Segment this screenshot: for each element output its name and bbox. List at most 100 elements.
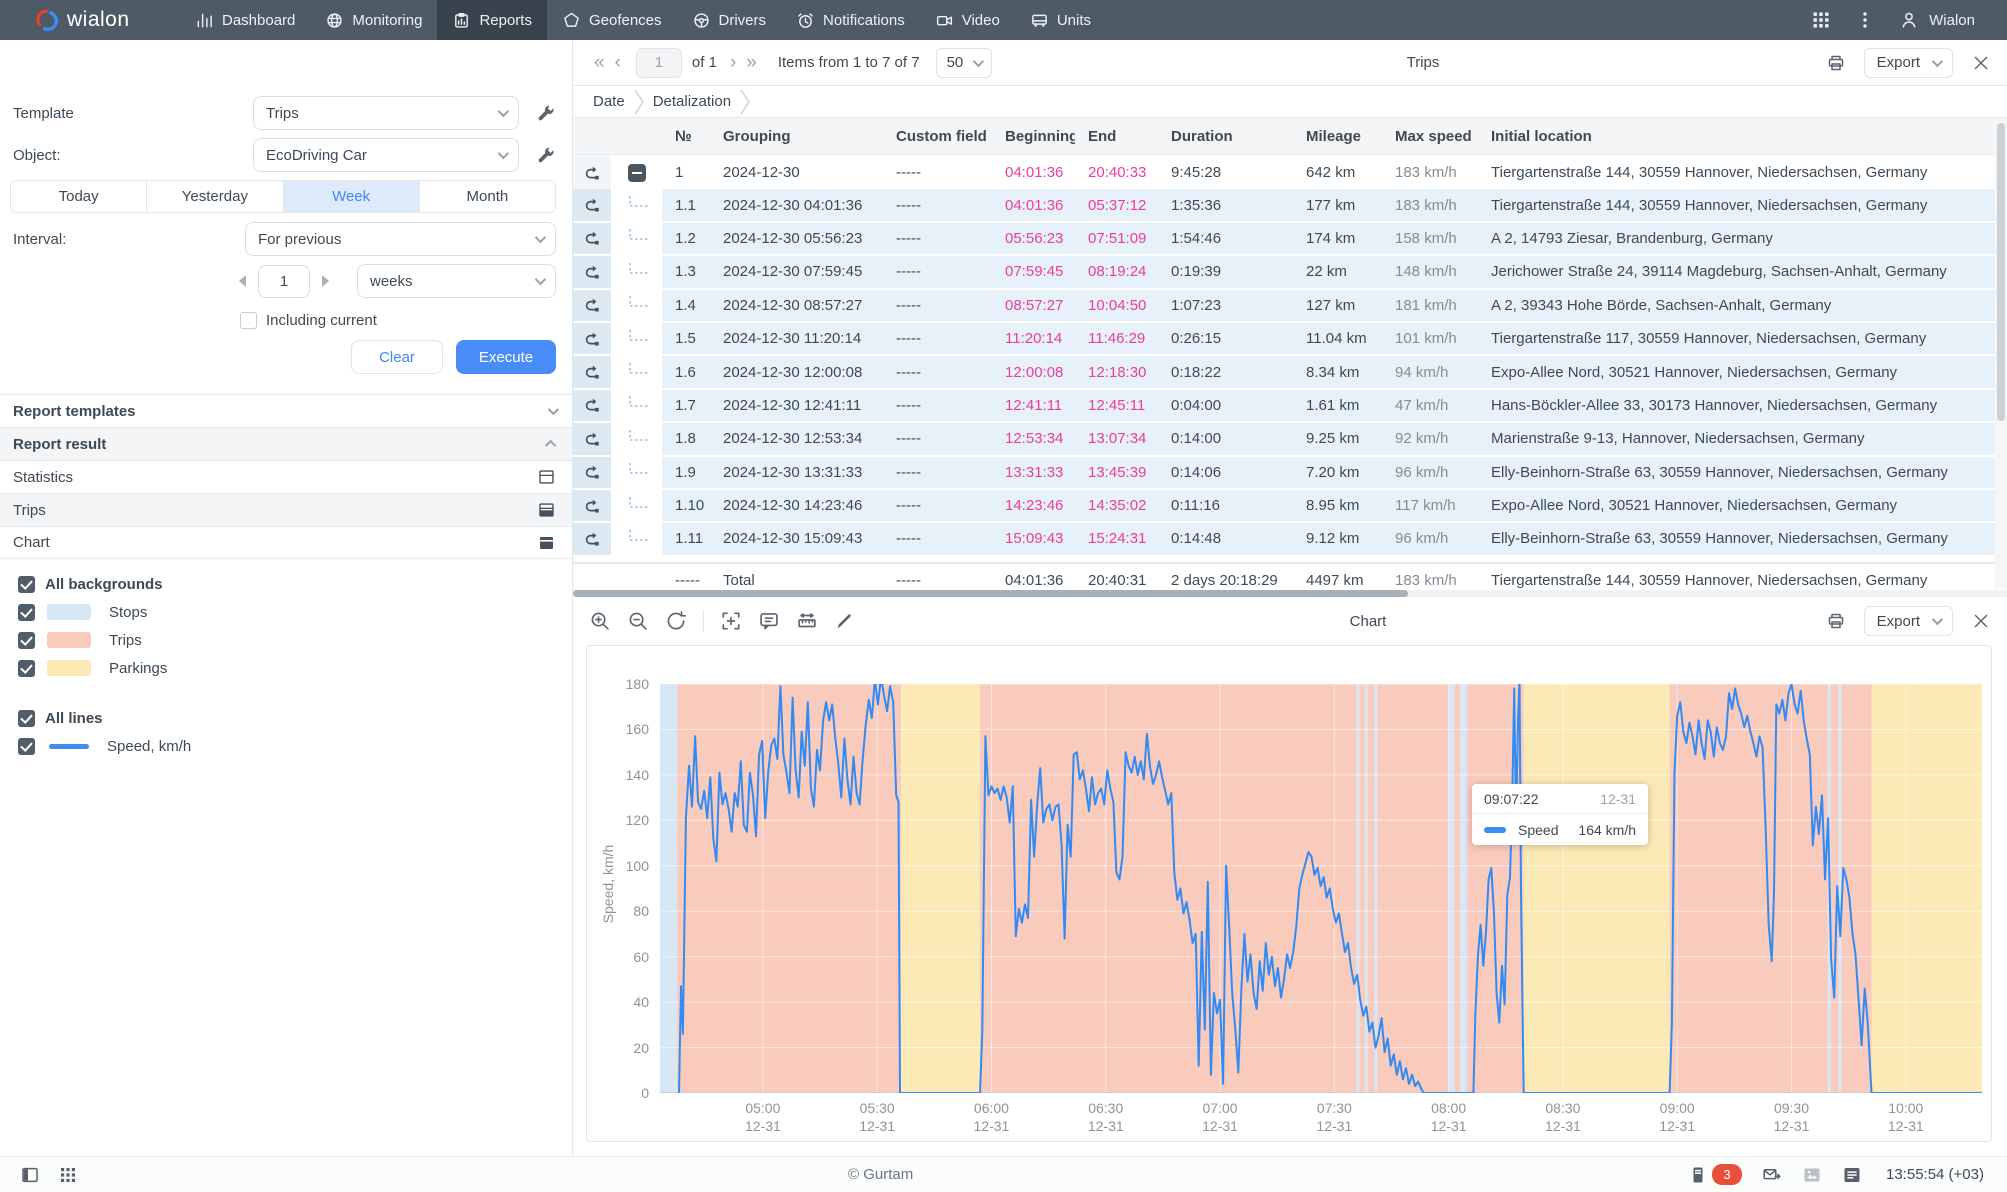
- column-header-initial-location[interactable]: Initial location: [1478, 128, 2007, 145]
- print-icon[interactable]: [1826, 611, 1846, 631]
- page-size-select[interactable]: 50: [936, 48, 993, 78]
- comments-icon[interactable]: [758, 610, 780, 632]
- column-header-custom-field[interactable]: Custom field: [883, 128, 992, 145]
- including-current-checkbox[interactable]: [240, 312, 257, 329]
- show-track-icon[interactable]: [582, 529, 602, 549]
- cell-end[interactable]: 20:40:33: [1075, 156, 1158, 189]
- cell-beginning[interactable]: 08:57:27: [992, 290, 1075, 321]
- background-parkings-checkbox[interactable]: [18, 660, 35, 677]
- nav-item-notifications[interactable]: Notifications: [781, 0, 920, 40]
- column-header-mileage[interactable]: Mileage: [1293, 128, 1382, 145]
- all-backgrounds-checkbox[interactable]: [18, 576, 35, 593]
- background-stops-checkbox[interactable]: [18, 604, 35, 621]
- cell-beginning[interactable]: 12:41:11: [992, 390, 1075, 421]
- sidebar-section-report-result[interactable]: Report result: [0, 427, 572, 460]
- cell-end[interactable]: 15:24:31: [1075, 523, 1158, 554]
- cell-end[interactable]: 14:35:02: [1075, 490, 1158, 521]
- table-row-1[interactable]: 1 2024-12-30 ----- 04:01:36 20:40:33 9:4…: [573, 156, 2007, 189]
- table-row-1.2[interactable]: 1.2 2024-12-30 05:56:23 ----- 05:56:23 0…: [573, 223, 2007, 256]
- quick-tab-today[interactable]: Today: [11, 181, 146, 212]
- cell-end[interactable]: 05:37:12: [1075, 189, 1158, 220]
- table-row-1.6[interactable]: 1.6 2024-12-30 12:00:08 ----- 12:00:08 1…: [573, 356, 2007, 389]
- table-row-1.5[interactable]: 1.5 2024-12-30 11:20:14 ----- 11:20:14 1…: [573, 323, 2007, 356]
- vertical-scrollbar[interactable]: [1995, 119, 2007, 589]
- show-track-icon[interactable]: [582, 496, 602, 516]
- cell-end[interactable]: 12:45:11: [1075, 390, 1158, 421]
- increment-arrow[interactable]: [322, 275, 329, 287]
- nav-item-video[interactable]: Video: [920, 0, 1015, 40]
- all-lines-checkbox[interactable]: [18, 710, 35, 727]
- cell-end[interactable]: 13:07:34: [1075, 423, 1158, 454]
- column-header-end[interactable]: End: [1075, 128, 1158, 145]
- cell-beginning[interactable]: 07:59:45: [992, 256, 1075, 287]
- last-page-button[interactable]: »: [741, 52, 762, 74]
- show-track-icon[interactable]: [582, 195, 602, 215]
- horizontal-scrollbar-thumb[interactable]: [573, 590, 1408, 597]
- object-settings-wrench-icon[interactable]: [536, 145, 556, 165]
- template-select[interactable]: Trips: [253, 96, 519, 130]
- show-track-icon[interactable]: [582, 329, 602, 349]
- sidebar-section-report-templates[interactable]: Report templates: [0, 394, 572, 427]
- execute-button[interactable]: Execute: [456, 340, 556, 374]
- log-list-icon[interactable]: [1842, 1165, 1862, 1185]
- page-number-input[interactable]: 1: [636, 48, 682, 78]
- cell-beginning[interactable]: 12:00:08: [992, 356, 1075, 387]
- template-settings-wrench-icon[interactable]: [536, 103, 556, 123]
- show-track-icon[interactable]: [582, 228, 602, 248]
- panel-toggle-icon[interactable]: [20, 1165, 40, 1185]
- next-page-button[interactable]: ›: [725, 52, 741, 74]
- draw-icon[interactable]: [834, 610, 856, 632]
- show-track-icon[interactable]: [582, 395, 602, 415]
- kebab-menu-icon[interactable]: [1855, 10, 1875, 30]
- table-row-1.9[interactable]: 1.9 2024-12-30 13:31:33 ----- 13:31:33 1…: [573, 457, 2007, 490]
- show-track-icon[interactable]: [582, 462, 602, 482]
- cell-beginning[interactable]: 05:56:23: [992, 223, 1075, 254]
- interval-count-input[interactable]: 1: [258, 265, 310, 298]
- first-page-button[interactable]: «: [589, 52, 610, 74]
- interval-unit-select[interactable]: weeks: [357, 264, 556, 298]
- column-header-№[interactable]: №: [662, 128, 710, 145]
- cell-beginning[interactable]: 13:31:33: [992, 457, 1075, 488]
- image-icon[interactable]: [1802, 1165, 1822, 1185]
- sidebar-section-statistics[interactable]: Statistics: [0, 460, 572, 493]
- interval-select[interactable]: For previous: [245, 222, 556, 256]
- export-button[interactable]: Export: [1864, 48, 1953, 78]
- cell-beginning[interactable]: 11:20:14: [992, 323, 1075, 354]
- show-track-icon[interactable]: [582, 362, 602, 382]
- sidebar-section-trips[interactable]: Trips: [0, 493, 572, 526]
- nav-item-monitoring[interactable]: Monitoring: [310, 0, 437, 40]
- background-trips-checkbox[interactable]: [18, 632, 35, 649]
- sidebar-section-chart[interactable]: Chart: [0, 526, 572, 559]
- close-report-icon[interactable]: [1971, 53, 1991, 73]
- table-row-1.11[interactable]: 1.11 2024-12-30 15:09:43 ----- 15:09:43 …: [573, 523, 2007, 556]
- quick-tab-yesterday[interactable]: Yesterday: [146, 181, 282, 212]
- cell-end[interactable]: 11:46:29: [1075, 323, 1158, 354]
- cell-beginning[interactable]: 04:01:36: [992, 189, 1075, 220]
- nav-item-geofences[interactable]: Geofences: [547, 0, 677, 40]
- show-track-icon[interactable]: [582, 163, 602, 183]
- column-header-max-speed[interactable]: Max speed: [1382, 128, 1478, 145]
- device-log-icon[interactable]: [1688, 1165, 1708, 1185]
- mail-send-icon[interactable]: [1762, 1165, 1782, 1185]
- clear-button[interactable]: Clear: [351, 340, 443, 374]
- zoom-out-icon[interactable]: [627, 610, 649, 632]
- close-chart-icon[interactable]: [1971, 611, 1991, 631]
- horizontal-scrollbar[interactable]: [573, 590, 2007, 597]
- breadcrumb-tab-detalization[interactable]: Detalization: [647, 93, 737, 110]
- quick-tab-month[interactable]: Month: [419, 181, 555, 212]
- cell-end[interactable]: 08:19:24: [1075, 256, 1158, 287]
- cell-end[interactable]: 13:45:39: [1075, 457, 1158, 488]
- show-track-icon[interactable]: [582, 295, 602, 315]
- fit-selection-icon[interactable]: [720, 610, 742, 632]
- column-header-duration[interactable]: Duration: [1158, 128, 1293, 145]
- chart-plot-area[interactable]: [660, 684, 1982, 1093]
- apps-grid-small-icon[interactable]: [58, 1165, 78, 1185]
- cell-end[interactable]: 12:18:30: [1075, 356, 1158, 387]
- print-icon[interactable]: [1826, 53, 1846, 73]
- user-menu[interactable]: Wialon: [1899, 10, 1975, 30]
- table-row-1.7[interactable]: 1.7 2024-12-30 12:41:11 ----- 12:41:11 1…: [573, 390, 2007, 423]
- apps-grid-icon[interactable]: [1811, 10, 1831, 30]
- show-track-icon[interactable]: [582, 262, 602, 282]
- nav-item-drivers[interactable]: Drivers: [677, 0, 782, 40]
- table-row-1.3[interactable]: 1.3 2024-12-30 07:59:45 ----- 07:59:45 0…: [573, 256, 2007, 289]
